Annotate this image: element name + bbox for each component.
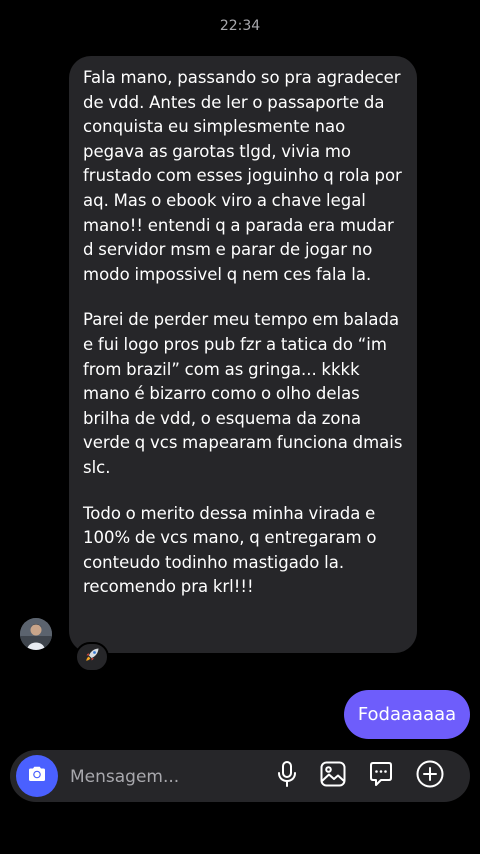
message-paragraph: Todo o merito dessa minha virada e 100% …: [83, 503, 377, 597]
sticker-button[interactable]: [365, 760, 397, 792]
add-icon: [415, 759, 445, 793]
message-reaction[interactable]: [75, 642, 109, 672]
outgoing-message-bubble[interactable]: Fodaaaaaa: [344, 690, 470, 739]
incoming-message-bubble[interactable]: Fala mano, passando so pra agradecer de …: [69, 56, 417, 653]
sticker-chat-icon: [367, 760, 395, 792]
message-paragraph: Fala mano, passando so pra agradecer de …: [83, 68, 402, 284]
camera-button[interactable]: [16, 755, 58, 797]
message-input[interactable]: [68, 761, 262, 793]
more-options-button[interactable]: [414, 760, 446, 792]
message-composer: [10, 750, 470, 802]
sender-avatar[interactable]: [20, 618, 52, 650]
camera-icon: [26, 763, 48, 789]
image-icon: [319, 760, 347, 792]
message-paragraph: Parei de perder meu tempo em balada e fu…: [83, 310, 403, 477]
gallery-button[interactable]: [317, 760, 349, 792]
message-timestamp: 22:34: [219, 18, 261, 34]
outgoing-message-text: Fodaaaaaa: [357, 704, 457, 725]
rocket-icon: [83, 646, 101, 668]
voice-message-button[interactable]: [271, 760, 303, 792]
microphone-icon: [274, 760, 300, 792]
